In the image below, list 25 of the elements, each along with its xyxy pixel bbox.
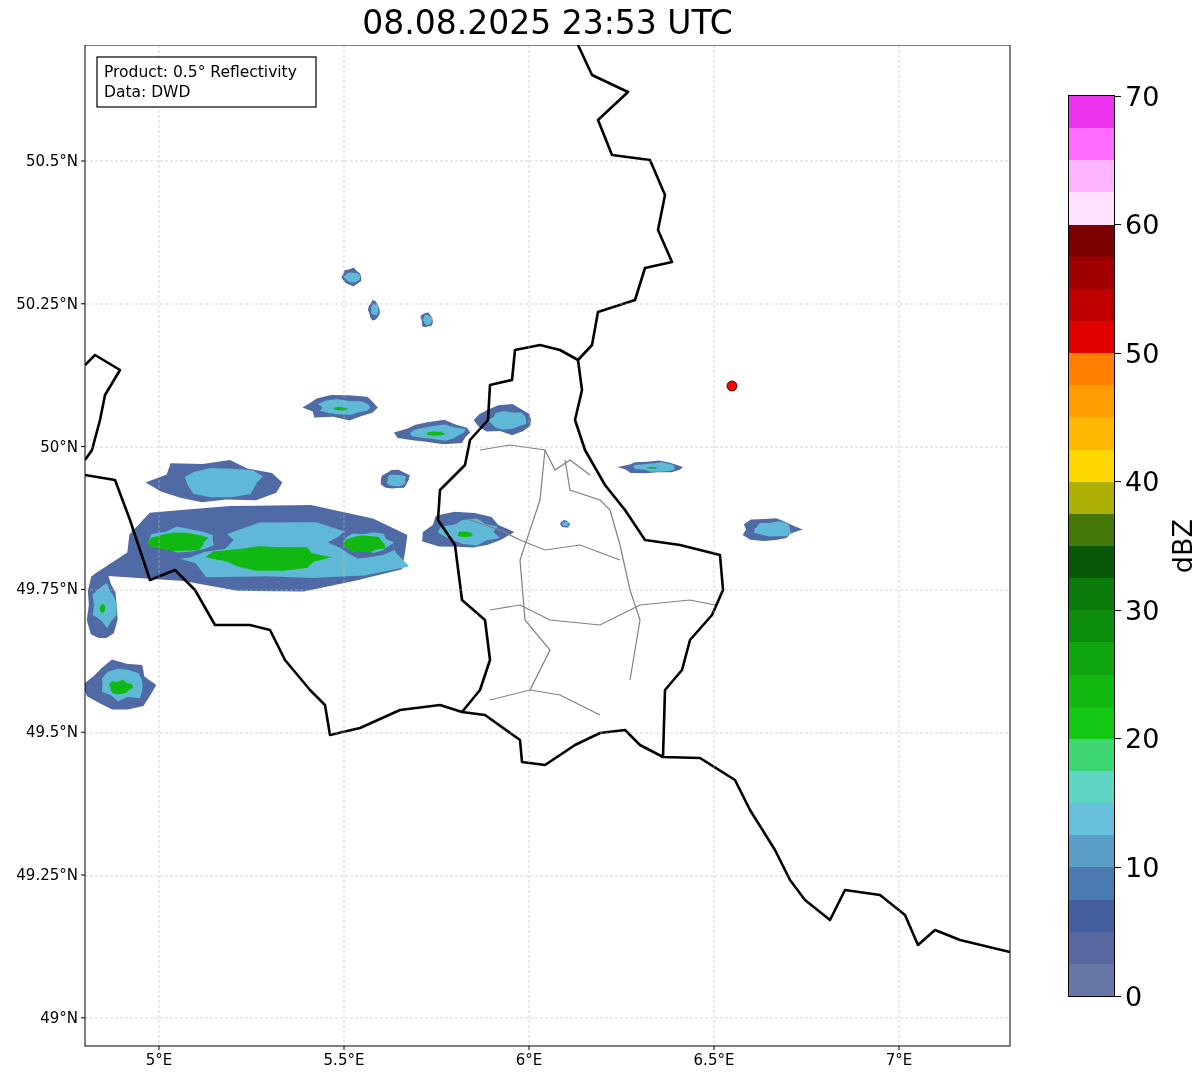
axis-tick-label: 5°E bbox=[145, 1051, 173, 1069]
axis-tick-label: 6°E bbox=[515, 1051, 543, 1069]
location-marker bbox=[726, 380, 738, 392]
axis-tick-label: 50.5°N bbox=[25, 152, 78, 170]
axis-tick-label: 49.5°N bbox=[25, 723, 78, 742]
axis-tick-label: 49.75°N bbox=[16, 580, 78, 599]
axis-tick-label: 7°E bbox=[885, 1051, 913, 1069]
axis-tick-label: 50.25°N bbox=[16, 294, 78, 313]
colorbar-tick-label: 40 bbox=[1125, 468, 1160, 496]
axis-tick-label: 50°N bbox=[40, 437, 78, 456]
axis-tick-label: 49.25°N bbox=[16, 866, 78, 884]
colorbar-tick-label: 0 bbox=[1125, 982, 1143, 1010]
colorbar-tick-label: 60 bbox=[1125, 211, 1160, 239]
axis-tick-label: 6.5°E bbox=[693, 1051, 735, 1069]
legend-text: Product: 0.5° Reflectivity bbox=[104, 63, 297, 81]
legend-text: Data: DWD bbox=[104, 83, 191, 101]
colorbar-label: dBZ bbox=[1169, 518, 1196, 574]
colorbar-tick-label: 30 bbox=[1125, 596, 1160, 624]
colorbar-tick-label: 20 bbox=[1125, 725, 1160, 753]
chart-title: 08.08.2025 23:53 UTC bbox=[362, 6, 733, 39]
colorbar-tick-label: 70 bbox=[1125, 82, 1160, 110]
axis-tick-label: 49°N bbox=[40, 1008, 78, 1027]
axis-tick-label: 5.5°E bbox=[323, 1051, 365, 1069]
colorbar-tick-label: 10 bbox=[1125, 853, 1160, 881]
colorbar-tick-label: 50 bbox=[1125, 339, 1160, 367]
